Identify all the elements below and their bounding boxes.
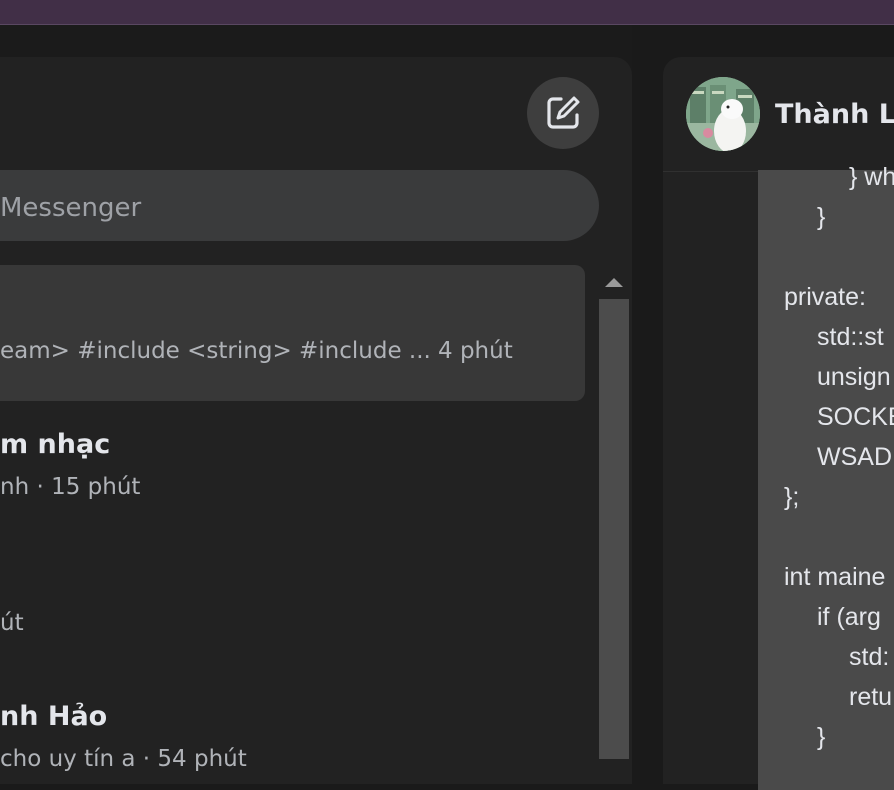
code-line: } bbox=[817, 203, 826, 231]
code-line: SOCKE bbox=[817, 403, 894, 431]
code-line: } wh bbox=[849, 163, 894, 191]
conversation-time: 4 phút bbox=[438, 338, 513, 364]
avatar-image-icon bbox=[686, 77, 760, 151]
code-line: std::st bbox=[817, 323, 884, 351]
code-line: if (arg bbox=[817, 603, 881, 631]
window-titlebar bbox=[0, 0, 894, 25]
code-line: } bbox=[817, 723, 826, 751]
code-line: retu bbox=[849, 683, 893, 711]
scroll-up-arrow-icon[interactable] bbox=[605, 278, 623, 287]
conversation-meta: út bbox=[0, 610, 24, 636]
conversation-item-active[interactable] bbox=[0, 265, 585, 401]
new-message-button[interactable] bbox=[527, 77, 599, 149]
contact-avatar[interactable] bbox=[686, 77, 760, 151]
code-line: }; bbox=[784, 483, 800, 511]
code-line: std: bbox=[849, 643, 890, 671]
scrollbar-thumb[interactable] bbox=[599, 299, 629, 759]
conversation-name[interactable]: m nhạc bbox=[0, 429, 110, 460]
contact-name[interactable]: Thành Lu bbox=[775, 99, 894, 130]
compose-edit-icon bbox=[547, 96, 580, 129]
conversation-name[interactable]: nh Hảo bbox=[0, 701, 107, 732]
code-line: int maine bbox=[784, 563, 886, 591]
code-line: WSAD bbox=[817, 443, 892, 471]
conversation-meta: nh · 15 phút bbox=[0, 474, 141, 500]
conversation-preview: eam> #include <string> #include ... bbox=[0, 338, 431, 364]
code-line: private: bbox=[784, 283, 866, 311]
chat-list-panel bbox=[0, 57, 632, 784]
code-line: unsign bbox=[817, 363, 891, 391]
search-input[interactable] bbox=[0, 193, 560, 223]
conversation-meta: cho uy tín a · 54 phút bbox=[0, 746, 247, 772]
